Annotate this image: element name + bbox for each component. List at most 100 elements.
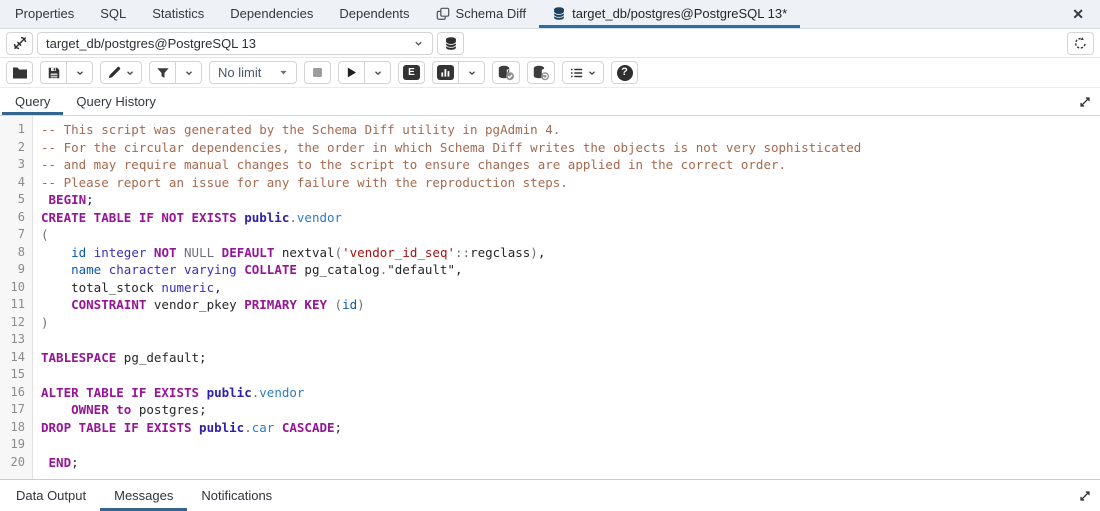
tab-dependencies[interactable]: Dependencies xyxy=(217,0,326,28)
tab-data-output[interactable]: Data Output xyxy=(2,480,100,511)
chevron-down-icon xyxy=(467,68,477,78)
database-icon xyxy=(552,6,566,21)
btabs-spacer xyxy=(286,480,1070,511)
qtabs-spacer xyxy=(169,88,1070,115)
explain-options-button[interactable] xyxy=(458,61,485,84)
code-line[interactable]: DROP TABLE IF EXISTS public.car CASCADE; xyxy=(41,419,1100,437)
help-icon: ? xyxy=(617,65,633,81)
connection-bar: target_db/postgres@PostgreSQL 13 xyxy=(0,29,1100,58)
expand-editor-button[interactable] xyxy=(1070,88,1100,115)
filter-icon xyxy=(156,66,170,80)
explain-icon: E xyxy=(403,65,420,80)
expand-icon xyxy=(1078,489,1092,503)
filter-button[interactable] xyxy=(149,61,176,84)
chevron-down-icon xyxy=(75,68,85,78)
tab-label: Dependents xyxy=(339,6,409,21)
explain-analyze-button[interactable] xyxy=(432,61,459,84)
code-line[interactable]: ) xyxy=(41,314,1100,332)
tab-label: Data Output xyxy=(16,488,86,503)
code-line[interactable]: CREATE TABLE IF NOT EXISTS public.vendor xyxy=(41,209,1100,227)
tab-query[interactable]: Query xyxy=(2,88,63,115)
code-line[interactable]: total_stock numeric, xyxy=(41,279,1100,297)
code-line[interactable]: -- Please report an issue for any failur… xyxy=(41,174,1100,192)
tab-label: SQL xyxy=(100,6,126,21)
code-line[interactable]: END; xyxy=(41,454,1100,472)
new-connection-button[interactable] xyxy=(437,32,464,55)
tab-properties[interactable]: Properties xyxy=(2,0,87,28)
code-line[interactable]: ALTER TABLE IF EXISTS public.vendor xyxy=(41,384,1100,402)
line-number: 19 xyxy=(0,436,25,454)
connection-status-button[interactable] xyxy=(6,32,33,55)
macro-button[interactable] xyxy=(562,61,604,84)
tab-query-tool[interactable]: target_db/postgres@PostgreSQL 13* xyxy=(539,0,800,28)
code-line[interactable]: ( xyxy=(41,226,1100,244)
line-number: 6 xyxy=(0,209,25,227)
code-line[interactable] xyxy=(41,331,1100,349)
tab-label: Statistics xyxy=(152,6,204,21)
code-line[interactable] xyxy=(41,366,1100,384)
code-line[interactable] xyxy=(41,436,1100,454)
chevron-down-icon xyxy=(125,68,135,78)
filter-button-group xyxy=(149,61,202,84)
line-number: 9 xyxy=(0,261,25,279)
save-options-button[interactable] xyxy=(66,61,93,84)
line-number: 14 xyxy=(0,349,25,367)
code-line[interactable]: -- For the circular dependencies, the or… xyxy=(41,139,1100,157)
code-line[interactable]: -- This script was generated by the Sche… xyxy=(41,121,1100,139)
tab-label: Query xyxy=(15,94,50,109)
code-line[interactable]: CONSTRAINT vendor_pkey PRIMARY KEY (id) xyxy=(41,296,1100,314)
code-line[interactable]: BEGIN; xyxy=(41,191,1100,209)
line-number: 16 xyxy=(0,384,25,402)
code-lines[interactable]: -- This script was generated by the Sche… xyxy=(33,116,1100,479)
commit-icon xyxy=(497,65,515,81)
line-number: 4 xyxy=(0,174,25,192)
tab-dependents[interactable]: Dependents xyxy=(326,0,422,28)
code-line[interactable]: id integer NOT NULL DEFAULT nextval('ven… xyxy=(41,244,1100,262)
explain-button[interactable]: E xyxy=(398,61,425,84)
close-icon[interactable]: ✕ xyxy=(1068,5,1088,23)
connection-select[interactable]: target_db/postgres@PostgreSQL 13 xyxy=(37,32,433,55)
code-line[interactable]: OWNER to postgres; xyxy=(41,401,1100,419)
execute-button[interactable] xyxy=(338,61,365,84)
tab-notifications[interactable]: Notifications xyxy=(187,480,286,511)
panel-tab-bar: Properties SQL Statistics Dependencies D… xyxy=(0,0,1100,29)
cancel-query-button[interactable] xyxy=(304,61,331,84)
filter-options-button[interactable] xyxy=(175,61,202,84)
row-limit-select[interactable]: No limit xyxy=(209,61,297,84)
code-line[interactable]: TABLESPACE pg_default; xyxy=(41,349,1100,367)
line-number: 2 xyxy=(0,139,25,157)
line-number: 11 xyxy=(0,296,25,314)
code-line[interactable]: -- and may require manual changes to the… xyxy=(41,156,1100,174)
output-tab-bar: Data Output Messages Notifications xyxy=(0,479,1100,511)
save-button-group xyxy=(40,61,93,84)
tab-sql[interactable]: SQL xyxy=(87,0,139,28)
line-number: 18 xyxy=(0,419,25,437)
line-number: 12 xyxy=(0,314,25,332)
tab-statistics[interactable]: Statistics xyxy=(139,0,217,28)
reset-layout-button[interactable] xyxy=(1067,32,1094,55)
save-button[interactable] xyxy=(40,61,67,84)
rollback-button[interactable] xyxy=(527,61,555,84)
line-number: 8 xyxy=(0,244,25,262)
chevron-down-icon xyxy=(373,68,383,78)
help-button[interactable]: ? xyxy=(611,61,638,84)
tab-schema-diff[interactable]: Schema Diff xyxy=(423,0,540,28)
row-limit-value: No limit xyxy=(218,65,261,80)
commit-button[interactable] xyxy=(492,61,520,84)
editor-tab-bar: Query Query History xyxy=(0,88,1100,116)
tab-messages[interactable]: Messages xyxy=(100,480,187,511)
execute-options-button[interactable] xyxy=(364,61,391,84)
open-file-button[interactable] xyxy=(6,61,33,84)
tab-label: Query History xyxy=(76,94,155,109)
tab-query-history[interactable]: Query History xyxy=(63,88,168,115)
code-line[interactable]: name character varying COLLATE pg_catalo… xyxy=(41,261,1100,279)
macro-icon xyxy=(569,66,584,80)
expand-output-button[interactable] xyxy=(1070,480,1100,511)
expand-icon xyxy=(1078,95,1092,109)
sql-editor[interactable]: 1234567891011121314151617181920 -- This … xyxy=(0,116,1100,479)
line-number: 3 xyxy=(0,156,25,174)
connection-select-value: target_db/postgres@PostgreSQL 13 xyxy=(46,36,256,51)
tab-label: Schema Diff xyxy=(456,6,527,21)
edit-button[interactable] xyxy=(100,61,142,84)
line-number: 5 xyxy=(0,191,25,209)
